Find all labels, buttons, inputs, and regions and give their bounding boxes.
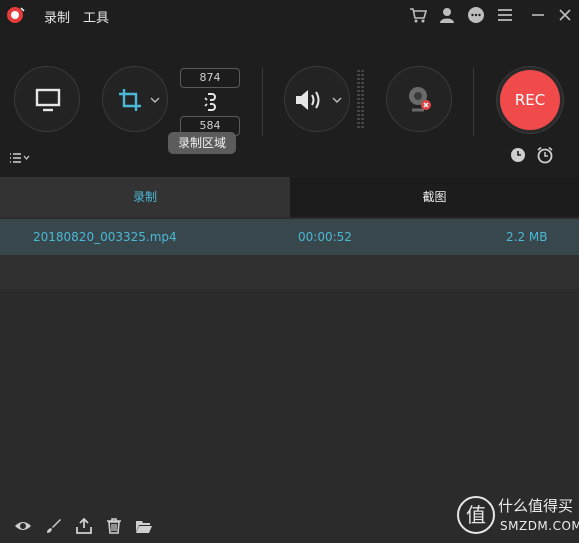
volume-meter [357,70,364,128]
menu-record[interactable]: 录制 [44,7,70,26]
file-size: 2.2 MB [506,230,548,244]
app-logo-icon [7,7,25,23]
menu-icon[interactable] [495,5,515,25]
menu-tools[interactable]: 工具 [83,7,109,26]
watermark-title: 什么值得买 [498,497,574,515]
monitor-icon [35,88,61,112]
watermark: 值 什么值得买 SMZDM.COM [456,493,579,539]
divider [473,68,474,136]
schedule-clock-icon[interactable] [510,147,526,163]
tab-bar: 录制 截图 [0,177,579,217]
webcam-button[interactable] [386,66,452,132]
preview-eye-icon[interactable] [14,517,32,535]
crop-icon [119,89,141,111]
width-field[interactable]: 874 [180,68,240,88]
list-item[interactable]: 20180820_003325.mp4 00:00:52 2.2 MB [0,219,579,255]
screen-mode-button[interactable] [14,66,80,132]
watermark-logo: 值 [457,496,495,534]
tab-recordings[interactable]: 录制 [0,177,290,217]
webcam-icon [409,87,431,112]
file-name: 20180820_003325.mp4 [33,230,177,244]
edit-brush-icon[interactable] [45,517,63,535]
list-view-icon[interactable] [9,152,31,164]
open-folder-icon[interactable] [135,517,153,535]
cart-icon[interactable] [408,5,428,25]
file-duration: 00:00:52 [298,230,352,244]
audio-button[interactable] [284,66,350,132]
divider [262,68,263,136]
title-bar: 录制 工具 [0,0,579,30]
speaker-icon [296,90,320,110]
minimize-icon[interactable] [528,5,548,25]
empty-row [0,255,579,289]
delete-trash-icon[interactable] [105,517,123,535]
watermark-glyph: 值 [466,503,486,527]
close-icon[interactable] [555,5,575,25]
rec-button[interactable]: REC [500,70,560,130]
share-upload-icon[interactable] [75,517,93,535]
tab-screenshots[interactable]: 截图 [290,177,579,217]
region-select-button[interactable] [102,66,168,132]
link-aspect-icon[interactable] [203,92,217,112]
chevron-down-icon [150,97,160,103]
file-list: 20180820_003325.mp4 00:00:52 2.2 MB [0,217,579,507]
chat-icon[interactable] [466,5,486,25]
chevron-down-icon [332,97,342,103]
user-icon[interactable] [437,5,457,25]
control-panel: 874 584 录制区域 REC [0,30,579,177]
watermark-domain: SMZDM.COM [500,519,579,533]
tooltip-region: 录制区域 [168,132,236,154]
alarm-icon[interactable] [536,146,554,164]
